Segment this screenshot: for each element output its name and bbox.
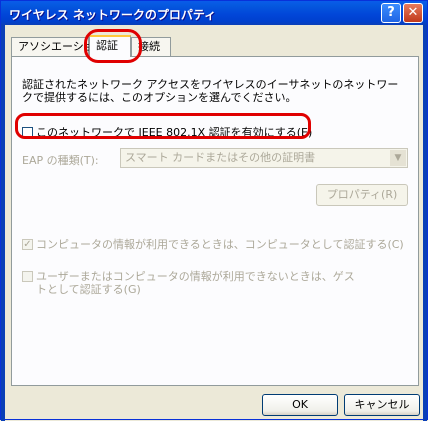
close-button[interactable]: ✕ — [403, 3, 423, 23]
eap-type-value: スマート カードまたはその他の証明書 — [125, 151, 316, 164]
eap-type-label: EAP の種類(T): — [22, 154, 99, 167]
help-icon: ? — [387, 5, 395, 20]
computer-auth-label[interactable]: コンピュータの情報が利用できるときは、コンピュータとして認証する(C) — [36, 238, 404, 251]
title-bar[interactable]: ワイヤレス ネットワークのプロパティ ? ✕ — [1, 1, 427, 25]
chevron-down-icon[interactable]: ▼ — [390, 150, 406, 166]
tab-association[interactable]: アソシエーション — [11, 37, 106, 56]
window-frame-left — [1, 25, 5, 421]
highlight-ieee-checkbox — [15, 113, 311, 139]
help-button[interactable]: ? — [381, 3, 401, 23]
auth-description: 認証されたネットワーク アクセスをワイヤレスのイーサネットのネットワークで提供す… — [22, 78, 399, 104]
guest-auth-checkbox[interactable]: ユーザーまたはコンピュータの情報が利用できないときは、ゲストとして認証する(G) — [22, 270, 362, 296]
guest-auth-checkbox-box[interactable] — [22, 271, 33, 282]
close-icon: ✕ — [407, 5, 419, 20]
eap-type-select[interactable]: スマート カードまたはその他の証明書 ▼ — [120, 148, 408, 168]
properties-window: ワイヤレス ネットワークのプロパティ ? ✕ アソシエーション 認証 接続 認証… — [0, 0, 428, 421]
properties-button[interactable]: プロパティ(R) — [316, 184, 408, 206]
computer-auth-checkbox[interactable]: ✓ コンピュータの情報が利用できるときは、コンピュータとして認証する(C) — [22, 238, 404, 251]
window-title: ワイヤレス ネットワークのプロパティ — [9, 8, 217, 22]
tab-strip: アソシエーション 認証 接続 — [7, 35, 421, 57]
window-frame-right — [423, 25, 427, 421]
authentication-panel: 認証されたネットワーク アクセスをワイヤレスのイーサネットのネットワークで提供す… — [11, 56, 419, 386]
highlight-auth-tab — [84, 29, 142, 63]
guest-auth-label[interactable]: ユーザーまたはコンピュータの情報が利用できないときは、ゲストとして認証する(G) — [36, 270, 362, 296]
cancel-button[interactable]: キャンセル — [344, 394, 420, 416]
checkmark-icon[interactable]: ✓ — [22, 239, 33, 250]
ok-button[interactable]: OK — [262, 394, 338, 416]
